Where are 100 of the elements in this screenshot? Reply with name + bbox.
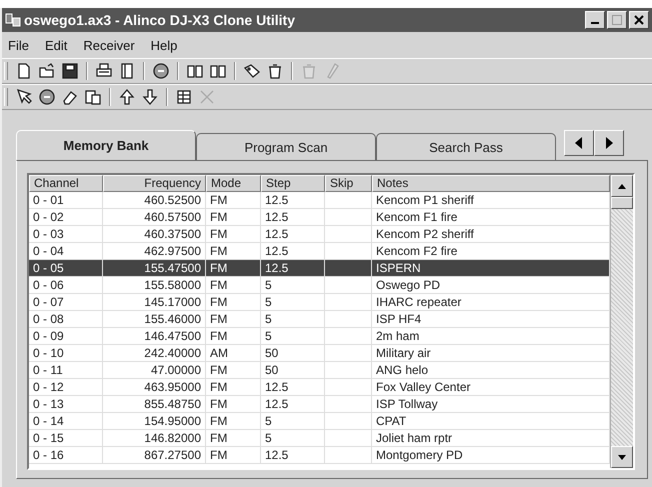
right-arrow-icon xyxy=(605,137,613,149)
frequency-cell: 867.27500 xyxy=(103,447,206,463)
bin-icon xyxy=(266,62,284,80)
minimize-button[interactable] xyxy=(585,11,605,29)
scroll-right-button[interactable] xyxy=(594,130,624,156)
frequency-cell: 460.37500 xyxy=(103,226,206,242)
column-header[interactable]: Mode xyxy=(206,175,261,192)
table-row[interactable]: 0 - 12 463.95000 FM 12.5 Fox Valley Center xyxy=(29,379,610,396)
table-row[interactable]: 0 - 06 155.58000 FM 5 Oswego PD xyxy=(29,277,610,294)
close-icon xyxy=(198,88,216,106)
mode-cell: FM xyxy=(206,328,261,344)
mode-cell: FM xyxy=(206,192,261,208)
channel-cell: 0 - 15 xyxy=(29,430,103,446)
step-cell: 12.5 xyxy=(261,379,325,395)
column-header[interactable]: Notes xyxy=(372,175,610,192)
tab[interactable]: Search Pass xyxy=(376,133,556,160)
step-cell: 12.5 xyxy=(261,243,325,259)
minimize-icon xyxy=(591,22,599,24)
mode-cell: AM xyxy=(206,345,261,361)
pointer-icon xyxy=(15,88,33,106)
column-header[interactable]: Channel xyxy=(29,175,103,192)
left-arrow-icon xyxy=(575,137,583,149)
step-cell: 5 xyxy=(261,430,325,446)
step-cell: 12.5 xyxy=(261,260,325,276)
scroll-down-button[interactable] xyxy=(611,446,633,468)
channel-cell: 0 - 10 xyxy=(29,345,103,361)
column-header[interactable]: Skip xyxy=(325,175,372,192)
menu-item[interactable]: Edit xyxy=(44,38,68,52)
tab[interactable]: Memory Bank xyxy=(16,130,196,160)
mode-cell: FM xyxy=(206,277,261,293)
mode-cell: FM xyxy=(206,209,261,225)
paste-icon xyxy=(84,88,102,106)
step-cell: 50 xyxy=(261,362,325,378)
frequency-cell: 242.40000 xyxy=(103,345,206,361)
menu-item[interactable]: Receiver xyxy=(83,38,135,52)
step-cell: 5 xyxy=(261,294,325,310)
table-row[interactable]: 0 - 05 155.47500 FM 12.5 ISPERN xyxy=(29,260,610,277)
channel-cell: 0 - 06 xyxy=(29,277,103,293)
app-icon xyxy=(5,12,21,28)
table-row[interactable]: 0 - 11 47.00000 FM 50 ANG helo xyxy=(29,362,610,379)
channel-cell: 0 - 09 xyxy=(29,328,103,344)
maximize-icon xyxy=(612,15,622,25)
table-row[interactable]: 0 - 15 146.82000 FM 5 Joliet ham rptr xyxy=(29,430,610,447)
channel-cell: 0 - 16 xyxy=(29,447,103,463)
table-row[interactable]: 0 - 09 146.47500 FM 5 2m ham xyxy=(29,328,610,345)
frequency-cell: 155.46000 xyxy=(103,311,206,327)
table-row[interactable]: 0 - 16 867.27500 FM 12.5 Montgomery PD xyxy=(29,447,610,464)
step-cell: 5 xyxy=(261,328,325,344)
step-cell: 12.5 xyxy=(261,447,325,463)
step-cell: 50 xyxy=(261,345,325,361)
table-row[interactable]: 0 - 02 460.57500 FM 12.5 Kencom F1 fire xyxy=(29,209,610,226)
menu-item[interactable]: File xyxy=(8,38,29,52)
frequency-cell: 460.57500 xyxy=(103,209,206,225)
table-row[interactable]: 0 - 03 460.37500 FM 12.5 Kencom P2 sheriff xyxy=(29,226,610,243)
mode-cell: FM xyxy=(206,260,261,276)
step-cell: 12.5 xyxy=(261,192,325,208)
frequency-cell: 855.48750 xyxy=(103,396,206,412)
frequency-cell: 146.82000 xyxy=(103,430,206,446)
frequency-cell: 145.17000 xyxy=(103,294,206,310)
frequency-cell: 155.58000 xyxy=(103,277,206,293)
tab[interactable]: Program Scan xyxy=(196,133,376,160)
table-row[interactable]: 0 - 14 154.95000 FM 5 CPAT xyxy=(29,413,610,430)
table-row[interactable]: 0 - 08 155.46000 FM 5 ISP HF4 xyxy=(29,311,610,328)
channel-cell: 0 - 04 xyxy=(29,243,103,259)
tag-icon xyxy=(243,62,261,80)
channel-cell: 0 - 08 xyxy=(29,311,103,327)
up-arrow-icon xyxy=(618,184,626,188)
scrollbar[interactable] xyxy=(610,175,633,468)
table-row[interactable]: 0 - 13 855.48750 FM 12.5 ISP Tollway xyxy=(29,396,610,413)
table-row[interactable]: 0 - 07 145.17000 FM 5 IHARC repeater xyxy=(29,294,610,311)
menu-item[interactable]: Help xyxy=(150,38,178,52)
mode-cell: FM xyxy=(206,294,261,310)
down-arrow-icon xyxy=(141,88,159,106)
table-icon xyxy=(175,88,193,106)
column-header[interactable]: Step xyxy=(261,175,325,192)
folder-icon xyxy=(38,62,56,80)
maximize-button[interactable] xyxy=(607,11,627,29)
step-cell: 5 xyxy=(261,311,325,327)
channel-cell: 0 - 12 xyxy=(29,379,103,395)
mode-cell: FM xyxy=(206,311,261,327)
scroll-up-button[interactable] xyxy=(611,175,633,197)
mode-cell: FM xyxy=(206,430,261,446)
mode-cell: FM xyxy=(206,396,261,412)
table-row[interactable]: 0 - 01 460.52500 FM 12.5 Kencom P1 sheriff xyxy=(29,192,610,209)
step-cell: 12.5 xyxy=(261,396,325,412)
close-button[interactable] xyxy=(629,11,649,29)
stop-icon xyxy=(38,88,56,106)
bin-icon xyxy=(300,62,318,80)
frequency-cell: 47.00000 xyxy=(103,362,206,378)
channel-cell: 0 - 14 xyxy=(29,413,103,429)
down-arrow-icon xyxy=(618,454,626,460)
mode-cell: FM xyxy=(206,362,261,378)
mode-cell: FM xyxy=(206,243,261,259)
column-header[interactable]: Frequency xyxy=(103,175,206,192)
channel-cell: 0 - 11 xyxy=(29,362,103,378)
scroll-left-button[interactable] xyxy=(564,130,594,156)
mode-cell: FM xyxy=(206,447,261,463)
scrollbar-thumb[interactable] xyxy=(611,197,633,209)
stop-icon xyxy=(152,62,170,80)
table-row[interactable]: 0 - 10 242.40000 AM 50 Military air xyxy=(29,345,610,362)
